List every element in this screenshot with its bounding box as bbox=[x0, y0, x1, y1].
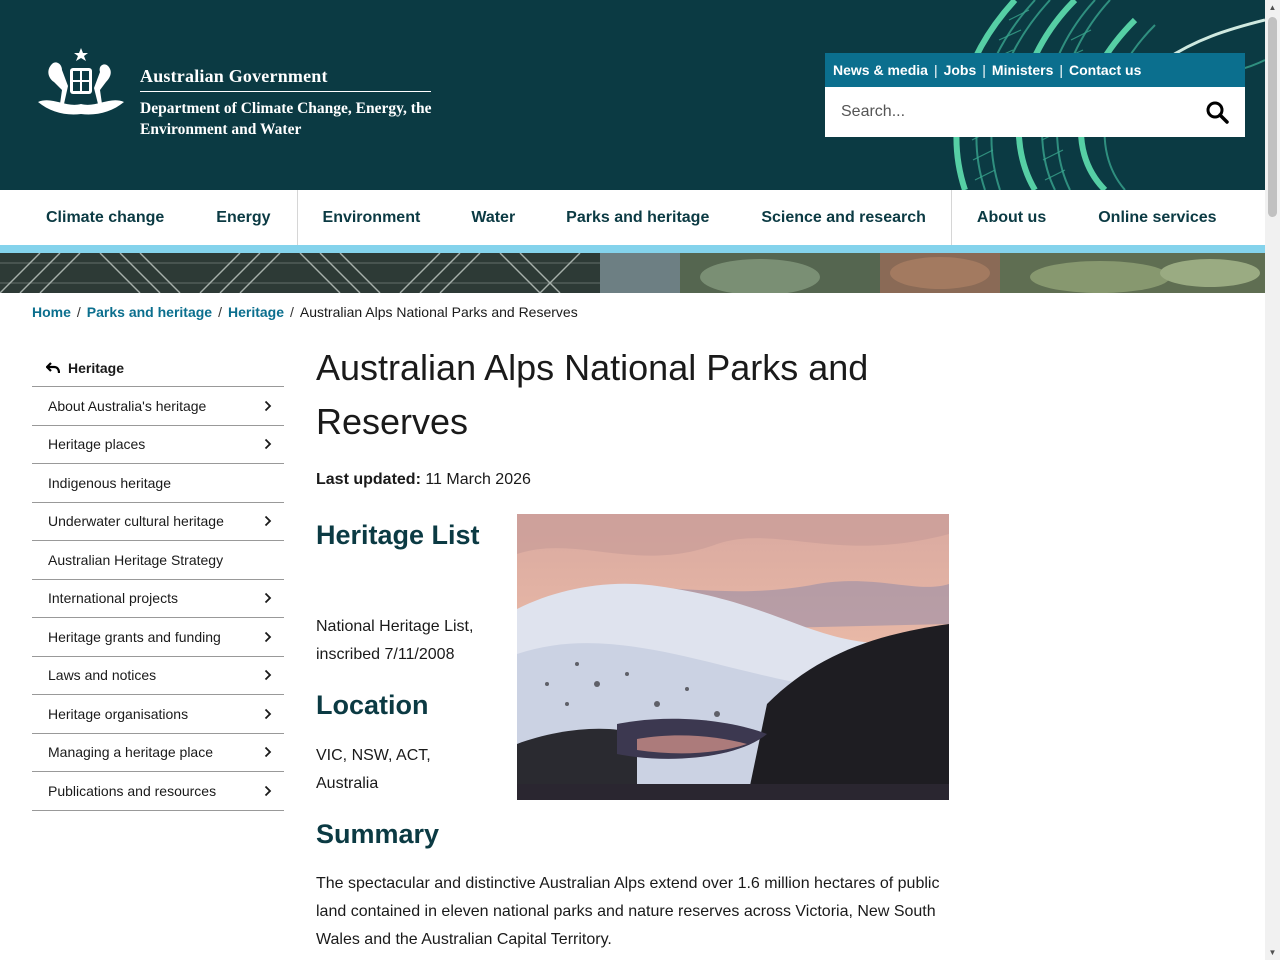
sidebar-back-heritage[interactable]: Heritage bbox=[32, 349, 284, 387]
breadcrumb-separator: / bbox=[76, 304, 81, 320]
coat-of-arms-icon[interactable] bbox=[32, 46, 130, 120]
summary-heading: Summary bbox=[316, 819, 440, 849]
breadcrumb-current: Australian Alps National Parks and Reser… bbox=[299, 304, 578, 320]
heritage-list-text: National Heritage List, inscribed 7/11/2… bbox=[316, 618, 474, 663]
chevron-right-icon bbox=[264, 784, 274, 798]
back-arrow-icon bbox=[46, 361, 60, 373]
chevron-right-icon bbox=[264, 745, 274, 759]
sidebar-item-label: Heritage organisations bbox=[48, 705, 189, 722]
sidebar-item-label: Publications and resources bbox=[48, 782, 217, 799]
department-name: Department of Climate Change, Energy, th… bbox=[140, 100, 432, 138]
chevron-right-icon bbox=[264, 437, 274, 451]
sidebar-item[interactable]: Heritage organisations bbox=[32, 695, 284, 734]
sidebar-item[interactable]: Underwater cultural heritage bbox=[32, 503, 284, 541]
banner-image bbox=[0, 253, 1265, 293]
sidebar-item[interactable]: Laws and notices bbox=[32, 657, 284, 695]
chevron-right-icon bbox=[264, 707, 274, 721]
sidebar-nav: Heritage About Australia's heritage Herit… bbox=[32, 349, 284, 811]
utility-nav: News & media | Jobs | Ministers | Contac… bbox=[825, 53, 1245, 87]
scroll-down-icon[interactable]: ▼ bbox=[1265, 945, 1280, 960]
sidebar-item[interactable]: About Australia's heritage bbox=[32, 387, 284, 426]
sidebar-item[interactable]: Managing a heritage place bbox=[32, 734, 284, 772]
sidebar-item-label: Laws and notices bbox=[48, 667, 157, 684]
sidebar-item[interactable]: Australian Heritage Strategy bbox=[32, 541, 284, 580]
chevron-right-icon bbox=[264, 514, 274, 528]
last-updated-value: 11 March 2026 bbox=[425, 471, 531, 488]
breadcrumb-separator: / bbox=[290, 304, 294, 320]
page-scrollbar[interactable]: ▲ ▼ bbox=[1265, 0, 1280, 960]
heritage-list-heading: Heritage List bbox=[316, 520, 480, 550]
contact-us-link[interactable]: Contact us bbox=[1069, 62, 1141, 78]
nav-energy[interactable]: Energy bbox=[216, 190, 296, 245]
sidebar-item[interactable]: International projects bbox=[32, 580, 284, 618]
sidebar-item-label: Heritage grants and funding bbox=[48, 628, 221, 645]
utility-separator: | bbox=[982, 62, 986, 78]
sidebar-item[interactable]: Indigenous heritage bbox=[32, 464, 284, 503]
sidebar-item-label: Managing a heritage place bbox=[48, 744, 214, 761]
chevron-right-icon bbox=[264, 399, 274, 413]
sidebar-item-label: Australian Heritage Strategy bbox=[48, 551, 224, 568]
sidebar-item-label: Indigenous heritage bbox=[48, 474, 171, 491]
sidebar-back-label: Heritage bbox=[68, 359, 125, 376]
sidebar-item-label: Heritage places bbox=[48, 436, 146, 453]
title-divider bbox=[140, 91, 431, 92]
breadcrumb-separator: / bbox=[218, 304, 222, 320]
breadcrumb-heritage[interactable]: Heritage bbox=[228, 304, 284, 320]
chevron-right-icon bbox=[264, 591, 274, 605]
sidebar-item-label: Underwater cultural heritage bbox=[48, 513, 224, 530]
breadcrumb: Home / Parks and heritage / Heritage / A… bbox=[32, 304, 578, 320]
sidebar-item[interactable]: Heritage grants and funding bbox=[32, 618, 284, 657]
page-title: Australian Alps National Parks and Reser… bbox=[316, 347, 869, 442]
last-updated-label: Last updated: bbox=[316, 471, 421, 488]
sidebar-item[interactable]: Heritage places bbox=[32, 426, 284, 464]
site-header: Australian Government Department of Clim… bbox=[0, 0, 1265, 190]
nav-water[interactable]: Water bbox=[471, 190, 566, 245]
ministers-link[interactable]: Ministers bbox=[992, 62, 1053, 78]
nav-parks-and-heritage[interactable]: Parks and heritage bbox=[566, 190, 761, 245]
summary-text: The spectacular and distinctive Australi… bbox=[316, 875, 940, 948]
location-text: VIC, NSW, ACT, Australia bbox=[316, 747, 431, 792]
location-heading: Location bbox=[316, 690, 429, 720]
search-button[interactable] bbox=[1189, 87, 1245, 137]
sidebar-item[interactable]: Publications and resources bbox=[32, 772, 284, 811]
utility-separator: | bbox=[1059, 62, 1064, 78]
search-icon bbox=[1206, 101, 1229, 124]
sidebar-item-label: About Australia's heritage bbox=[48, 397, 207, 414]
utility-separator: | bbox=[933, 62, 938, 78]
main-navigation: Climate change Energy Environment Water … bbox=[0, 190, 1265, 245]
scroll-thumb[interactable] bbox=[1268, 17, 1277, 217]
nav-climate-change[interactable]: Climate change bbox=[0, 190, 216, 245]
nav-online-services[interactable]: Online services bbox=[1098, 190, 1216, 245]
nav-science-and-research[interactable]: Science and research bbox=[761, 190, 951, 245]
chevron-right-icon bbox=[264, 668, 274, 682]
scroll-up-icon[interactable]: ▲ bbox=[1265, 0, 1280, 15]
jobs-link[interactable]: Jobs bbox=[944, 62, 977, 78]
nav-about-us[interactable]: About us bbox=[952, 190, 1098, 245]
breadcrumb-parks-and-heritage[interactable]: Parks and heritage bbox=[87, 304, 212, 320]
news-media-link[interactable]: News & media bbox=[833, 62, 928, 78]
nav-environment[interactable]: Environment bbox=[298, 190, 472, 245]
government-title: Australian Government bbox=[140, 66, 328, 86]
search-box bbox=[825, 87, 1245, 137]
breadcrumb-home[interactable]: Home bbox=[32, 304, 71, 320]
nav-accent-bar bbox=[0, 245, 1265, 253]
chevron-right-icon bbox=[264, 630, 274, 644]
sidebar-item-label: International projects bbox=[48, 590, 178, 607]
search-input[interactable] bbox=[825, 87, 1189, 137]
alps-landscape-photo bbox=[517, 514, 949, 800]
last-updated: Last updated: 11 March 2026 bbox=[316, 471, 531, 489]
